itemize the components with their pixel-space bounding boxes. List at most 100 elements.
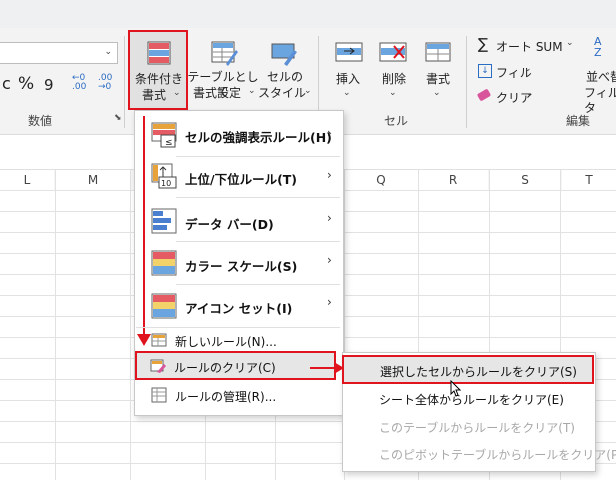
- percent-style-button[interactable]: %: [18, 74, 34, 94]
- eraser-icon: [476, 88, 492, 102]
- menu-item-manage-rules[interactable]: ルールの管理(R)...: [135, 382, 341, 408]
- cell-styles-button[interactable]: セルの スタイル ⌄: [258, 34, 312, 108]
- sort-filter-label-1: 並べ替: [586, 70, 616, 84]
- svg-text:10: 10: [161, 179, 171, 188]
- group-label-cells: セル: [384, 114, 409, 128]
- menu-item-highlight-rules[interactable]: ≤ セルの強調表示ルール(H) ›: [135, 114, 341, 156]
- group-label-edit: 編集: [566, 114, 591, 128]
- delete-button[interactable]: 削除 ⌄: [372, 34, 416, 108]
- submenu-item-label: シート全体からルールをクリア(E): [379, 393, 564, 407]
- menu-item-clear-rules[interactable]: ルールのクリア(C): [135, 351, 336, 380]
- menu-item-label: データ バー(D): [185, 217, 274, 232]
- sort-filter-button[interactable]: AZ 並べ替 フィルタ: [580, 34, 616, 115]
- column-header-T[interactable]: T: [562, 170, 616, 190]
- comma-style-button[interactable]: ⅽ: [2, 74, 11, 93]
- conditional-formatting-label-2: 書式: [141, 88, 166, 102]
- chevron-down-icon: ⌄: [104, 47, 112, 57]
- column-header-Q[interactable]: Q: [344, 170, 418, 190]
- chevron-down-icon: ⌄: [526, 89, 534, 99]
- column-header-R[interactable]: R: [418, 170, 488, 190]
- chevron-right-icon: ›: [327, 253, 332, 267]
- group-label-number: 数値: [28, 114, 53, 128]
- menu-item-label: セルの強調表示ルール(H): [185, 130, 332, 145]
- submenu-item-clear-table: このテーブルからルールをクリア(T): [343, 414, 593, 440]
- increase-decimal-button[interactable]: ←0.00: [72, 74, 86, 92]
- chevron-down-icon: ⌄: [566, 38, 574, 48]
- format-as-table-button[interactable]: テーブルとして 書式設定 ⌄: [187, 34, 259, 108]
- chevron-down-icon: ⌄: [524, 64, 532, 74]
- menu-item-icon-sets[interactable]: アイコン セット(I) ›: [135, 285, 341, 327]
- ribbon-top-band: [0, 0, 616, 28]
- submenu-item-label: このピボットテーブルからルールをクリア(P): [379, 448, 616, 462]
- conditional-formatting-label-1: 条件付き: [134, 72, 183, 86]
- column-header-S[interactable]: S: [490, 170, 560, 190]
- decrease-decimal-button[interactable]: .00 →0: [98, 74, 112, 92]
- insert-cells-icon: [335, 42, 363, 62]
- clear-rules-icon: [150, 359, 166, 373]
- top-bottom-rules-icon: 10: [151, 163, 177, 189]
- menu-item-new-rule[interactable]: 新しいルール(N)...: [135, 329, 341, 351]
- menu-separator: [136, 327, 340, 328]
- menu-item-top-bottom-rules[interactable]: 10 上位/下位ルール(T) ›: [135, 157, 341, 197]
- autosum-button[interactable]: ∑ オート SUM ⌄: [476, 35, 576, 55]
- chevron-right-icon: ›: [327, 168, 332, 182]
- sigma-icon: ∑: [478, 35, 489, 53]
- chevron-down-icon: ⌄: [389, 88, 397, 98]
- autosum-label: オート SUM: [496, 40, 563, 54]
- chevron-down-icon: ⌄: [304, 86, 312, 96]
- delete-cells-icon: [379, 42, 407, 62]
- dialog-launcher-icon[interactable]: ⬊: [114, 113, 122, 123]
- format-button[interactable]: 書式 ⌄: [416, 34, 460, 108]
- chevron-down-icon: ⌄: [248, 86, 256, 96]
- chevron-right-icon: ›: [327, 126, 332, 140]
- highlight-rules-icon: ≤: [151, 122, 177, 148]
- menu-item-label: 上位/下位ルール(T): [185, 172, 298, 187]
- format-as-table-icon: [211, 41, 238, 66]
- menu-item-data-bars[interactable]: データ バー(D) ›: [135, 198, 341, 242]
- conditional-formatting-button[interactable]: 条件付き 書式 ⌄: [128, 30, 188, 110]
- submenu-item-label: このテーブルからルールをクリア(T): [379, 421, 575, 435]
- column-header-M[interactable]: M: [56, 170, 130, 190]
- color-scales-icon: [151, 250, 177, 276]
- submenu-item-clear-pivot: このピボットテーブルからルールをクリア(P): [343, 441, 616, 467]
- clear-button[interactable]: クリア ⌄: [476, 88, 540, 106]
- submenu-item-clear-selected[interactable]: 選択したセルからルールをクリア(S): [342, 355, 594, 384]
- cell-styles-icon: [271, 43, 297, 66]
- group-separator: [124, 36, 125, 128]
- fill-down-icon: ↓: [478, 64, 492, 78]
- chevron-down-icon: ⌄: [173, 88, 181, 98]
- format-label: 書式: [425, 72, 450, 86]
- chevron-down-icon: ⌄: [433, 88, 441, 98]
- number-format-dropdown[interactable]: ⌄: [0, 42, 118, 64]
- data-bars-icon: [151, 208, 177, 234]
- menu-item-label: カラー スケール(S): [185, 259, 298, 274]
- menu-item-label: アイコン セット(I): [185, 301, 293, 316]
- svg-text:≤: ≤: [165, 138, 173, 148]
- fill-button[interactable]: ↓ フィル ⌄: [476, 63, 540, 81]
- chevron-down-icon: ⌄: [343, 88, 351, 98]
- grid-vline: [130, 170, 131, 480]
- comma-icon[interactable]: 9: [44, 76, 54, 94]
- cell-styles-label-1: セルの: [266, 70, 303, 84]
- new-rule-icon: [151, 333, 167, 347]
- group-separator: [466, 36, 467, 128]
- insert-label: 挿入: [335, 72, 360, 86]
- sort-az-icon: AZ: [594, 35, 602, 59]
- menu-item-color-scales[interactable]: カラー スケール(S) ›: [135, 242, 341, 284]
- manage-rules-icon: [151, 387, 167, 403]
- cell-styles-label-2: スタイル: [258, 86, 307, 100]
- insert-button[interactable]: 挿入 ⌄: [326, 34, 370, 108]
- format-cells-icon: [425, 42, 451, 62]
- column-header-L[interactable]: L: [0, 170, 54, 190]
- menu-item-label: 新しいルール(N)...: [175, 335, 277, 349]
- menu-item-label: ルールの管理(R)...: [175, 390, 277, 404]
- conditional-formatting-icon: [147, 41, 171, 65]
- format-as-table-label-2: 書式設定: [192, 86, 241, 100]
- delete-label: 削除: [381, 72, 406, 86]
- grid-vline: [55, 170, 56, 480]
- chevron-right-icon: ›: [327, 295, 332, 309]
- menu-item-label: ルールのクリア(C): [174, 361, 276, 375]
- chevron-right-icon: ›: [327, 211, 332, 225]
- submenu-item-label: 選択したセルからルールをクリア(S): [380, 365, 577, 379]
- submenu-item-clear-sheet[interactable]: シート全体からルールをクリア(E): [343, 386, 593, 412]
